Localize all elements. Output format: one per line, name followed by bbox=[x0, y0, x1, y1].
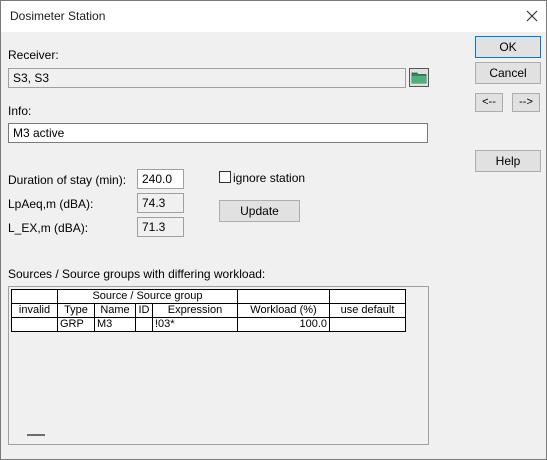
cell-id[interactable] bbox=[135, 317, 153, 332]
stay-duration-input[interactable]: 240.0 bbox=[137, 169, 184, 189]
lpaeq-label: LpAeq,m (dBA): bbox=[8, 197, 94, 211]
lex-value: 71.3 bbox=[137, 217, 184, 237]
cell-invalid[interactable] bbox=[11, 317, 58, 332]
column-header-id[interactable]: ID bbox=[135, 303, 153, 318]
ignore-station-label[interactable]: ignore station bbox=[233, 171, 305, 185]
cell-workload[interactable]: 100.0 bbox=[237, 317, 330, 332]
table-row[interactable]: GRP M3 !03* 100.0 bbox=[11, 317, 406, 332]
table-header-cell bbox=[237, 289, 330, 304]
stay-label: Duration of stay (min): bbox=[8, 173, 127, 187]
close-icon[interactable] bbox=[521, 5, 543, 27]
browse-receiver-button[interactable] bbox=[409, 68, 429, 87]
previous-button[interactable]: <-- bbox=[475, 93, 503, 112]
info-label: Info: bbox=[8, 104, 32, 118]
dosimeter-station-dialog: Dosimeter Station Receiver: S3, S3 Info:… bbox=[0, 0, 547, 460]
source-group-header: Source / Source group bbox=[57, 289, 238, 304]
sources-label: Sources / Source groups with differing w… bbox=[8, 267, 266, 281]
help-button[interactable]: Help bbox=[475, 150, 541, 172]
update-button[interactable]: Update bbox=[219, 200, 300, 222]
lex-label: L_EX,m (dBA): bbox=[8, 221, 89, 235]
table-header-cell bbox=[329, 289, 406, 304]
lpaeq-value: 74.3 bbox=[137, 193, 184, 213]
cell-name[interactable]: M3 bbox=[94, 317, 136, 332]
next-button[interactable]: --> bbox=[512, 93, 540, 112]
info-field[interactable]: M3 active bbox=[8, 123, 428, 143]
window-title: Dosimeter Station bbox=[10, 9, 106, 23]
cell-type[interactable]: GRP bbox=[57, 317, 95, 332]
horizontal-scrollbar[interactable] bbox=[27, 434, 45, 436]
column-header-invalid[interactable]: invalid bbox=[11, 303, 58, 318]
sources-table: Source / Source group invalid Type Name … bbox=[11, 289, 406, 332]
table-column-header-row: invalid Type Name ID Expression Workload… bbox=[11, 303, 406, 318]
column-header-workload[interactable]: Workload (%) bbox=[237, 303, 330, 318]
column-header-use-default[interactable]: use default bbox=[329, 303, 406, 318]
column-header-name[interactable]: Name bbox=[94, 303, 136, 318]
table-header-cell bbox=[11, 289, 58, 304]
column-header-expression[interactable]: Expression bbox=[152, 303, 238, 318]
cell-use-default[interactable] bbox=[329, 317, 406, 332]
title-bar: Dosimeter Station bbox=[1, 1, 546, 32]
sources-grid[interactable]: Source / Source group invalid Type Name … bbox=[8, 286, 429, 445]
ignore-station-checkbox[interactable] bbox=[219, 171, 231, 183]
receiver-field[interactable]: S3, S3 bbox=[8, 68, 406, 88]
table-header-row: Source / Source group bbox=[11, 289, 406, 304]
column-header-type[interactable]: Type bbox=[57, 303, 95, 318]
receiver-label: Receiver: bbox=[8, 48, 59, 62]
cell-expression[interactable]: !03* bbox=[152, 317, 238, 332]
cancel-button[interactable]: Cancel bbox=[475, 62, 541, 84]
ok-button[interactable]: OK bbox=[475, 36, 541, 58]
